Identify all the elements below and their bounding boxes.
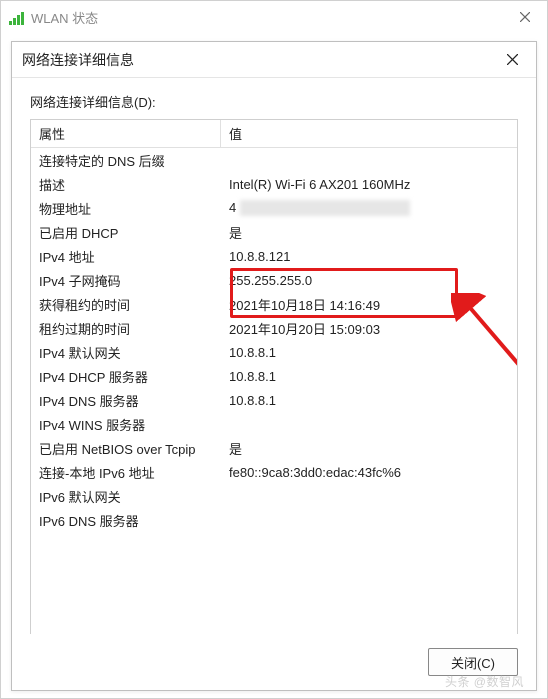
table-row[interactable]: 租约过期的时间2021年10月20日 15:09:03 xyxy=(31,316,517,340)
wlan-status-window: WLAN 状态 网络连接详细信息 网络连接详细信息(D): 属性 值 连接特定的… xyxy=(0,0,548,699)
table-row[interactable]: IPv4 地址10.8.8.121 xyxy=(31,244,517,268)
network-details-dialog: 网络连接详细信息 网络连接详细信息(D): 属性 值 连接特定的 DNS 后缀描… xyxy=(11,41,537,691)
inner-close-button[interactable] xyxy=(498,48,526,72)
dialog-body: 网络连接详细信息(D): 属性 值 连接特定的 DNS 后缀描述Intel(R)… xyxy=(12,78,536,644)
row-property: 连接特定的 DNS 后缀 xyxy=(31,151,221,170)
row-property: IPv4 DHCP 服务器 xyxy=(31,367,221,386)
header-value: 值 xyxy=(221,120,517,147)
close-button-label: 关闭(C) xyxy=(451,653,495,672)
row-property: 获得租约的时间 xyxy=(31,295,221,314)
row-property: IPv4 默认网关 xyxy=(31,343,221,362)
row-property: 物理地址 xyxy=(31,199,221,218)
table-row[interactable]: 已启用 NetBIOS over Tcpip是 xyxy=(31,436,517,460)
row-property: IPv6 DNS 服务器 xyxy=(31,511,221,530)
table-row[interactable]: IPv4 WINS 服务器 xyxy=(31,412,517,436)
table-row[interactable]: 获得租约的时间2021年10月18日 14:16:49 xyxy=(31,292,517,316)
table-row[interactable]: IPv4 子网掩码255.255.255.0 xyxy=(31,268,517,292)
row-value: 是 xyxy=(221,439,517,458)
table-row[interactable]: 物理地址4 xyxy=(31,196,517,220)
table-row[interactable]: 描述Intel(R) Wi-Fi 6 AX201 160MHz xyxy=(31,172,517,196)
close-icon xyxy=(520,12,530,22)
table-rows: 连接特定的 DNS 后缀描述Intel(R) Wi-Fi 6 AX201 160… xyxy=(31,148,517,532)
row-value: 10.8.8.1 xyxy=(221,345,517,360)
row-property: 租约过期的时间 xyxy=(31,319,221,338)
table-row[interactable]: IPv6 DNS 服务器 xyxy=(31,508,517,532)
row-value: 4 xyxy=(221,200,517,217)
row-value: 255.255.255.0 xyxy=(221,273,517,288)
table-row[interactable]: IPv6 默认网关 xyxy=(31,484,517,508)
row-property: IPv4 地址 xyxy=(31,247,221,266)
table-row[interactable]: IPv4 默认网关10.8.8.1 xyxy=(31,340,517,364)
row-value: 是 xyxy=(221,223,517,242)
row-value: 2021年10月18日 14:16:49 xyxy=(221,295,517,314)
table-header: 属性 值 xyxy=(31,120,517,148)
inner-titlebar: 网络连接详细信息 xyxy=(12,42,536,78)
close-icon xyxy=(507,54,518,65)
table-row[interactable]: 连接-本地 IPv6 地址fe80::9ca8:3dd0:edac:43fc%6 xyxy=(31,460,517,484)
row-property: IPv6 默认网关 xyxy=(31,487,221,506)
row-property: IPv4 WINS 服务器 xyxy=(31,415,221,434)
row-value: 10.8.8.121 xyxy=(221,249,517,264)
row-property: 已启用 NetBIOS over Tcpip xyxy=(31,439,221,458)
row-value: 2021年10月20日 15:09:03 xyxy=(221,319,517,338)
header-property: 属性 xyxy=(31,120,221,147)
close-button[interactable]: 关闭(C) xyxy=(428,648,518,676)
watermark-text: 头条 @数智风 xyxy=(445,673,524,690)
outer-titlebar: WLAN 状态 xyxy=(1,1,547,33)
outer-close-button[interactable] xyxy=(511,5,539,29)
inner-dialog-title: 网络连接详细信息 xyxy=(22,50,134,70)
table-row[interactable]: IPv4 DHCP 服务器10.8.8.1 xyxy=(31,364,517,388)
outer-window-title: WLAN 状态 xyxy=(31,8,98,27)
row-value: Intel(R) Wi-Fi 6 AX201 160MHz xyxy=(221,177,517,192)
wifi-signal-icon xyxy=(9,9,25,25)
row-property: 描述 xyxy=(31,175,221,194)
row-property: 连接-本地 IPv6 地址 xyxy=(31,463,221,482)
row-property: 已启用 DHCP xyxy=(31,223,221,242)
row-value: fe80::9ca8:3dd0:edac:43fc%6 xyxy=(221,465,517,480)
table-row[interactable]: 已启用 DHCP是 xyxy=(31,220,517,244)
row-value: 10.8.8.1 xyxy=(221,369,517,384)
details-table: 属性 值 连接特定的 DNS 后缀描述Intel(R) Wi-Fi 6 AX20… xyxy=(30,119,518,634)
button-row: 关闭(C) xyxy=(428,648,518,676)
redacted-mask xyxy=(240,200,410,216)
row-property: IPv4 子网掩码 xyxy=(31,271,221,290)
section-label: 网络连接详细信息(D): xyxy=(30,92,518,111)
row-property: IPv4 DNS 服务器 xyxy=(31,391,221,410)
table-row[interactable]: IPv4 DNS 服务器10.8.8.1 xyxy=(31,388,517,412)
row-value: 10.8.8.1 xyxy=(221,393,517,408)
table-row[interactable]: 连接特定的 DNS 后缀 xyxy=(31,148,517,172)
